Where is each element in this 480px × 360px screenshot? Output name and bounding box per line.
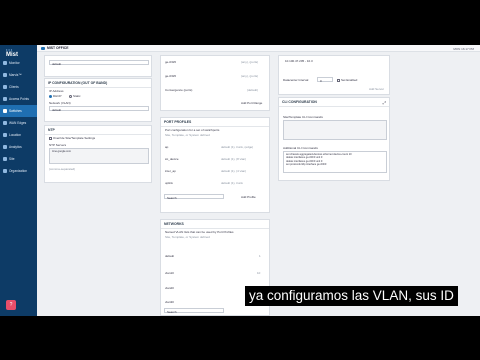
server-panel: 10.100.47.205 - 10.3 Datacenter Interval…	[278, 55, 390, 95]
wan-edge-icon	[3, 121, 7, 125]
network-row[interactable]: vlan20	[165, 286, 174, 290]
ip-config-panel: IP CONFIGURATION (OUT OF BAND) IP Addres…	[44, 78, 152, 122]
static-radio[interactable]: Static	[69, 94, 81, 98]
topbar: MIST OFFICE MON 16:17 PM	[37, 45, 480, 52]
ntp-servers-input[interactable]: time.google.com	[49, 148, 149, 164]
network-vlan-id: 10	[257, 271, 261, 275]
network-search[interactable]: Search	[164, 308, 224, 314]
networks-sub: Site, Template, or System defined	[165, 235, 210, 239]
profile-row[interactable]: uplink	[165, 181, 173, 185]
location-icon	[3, 133, 7, 137]
port-name: ge-0/0/0	[165, 74, 177, 78]
interval-input[interactable]: 0	[317, 77, 333, 83]
profile-row[interactable]: iot_device	[165, 157, 179, 161]
ip-address-label: IP Address	[49, 89, 64, 93]
organization-icon	[3, 169, 7, 173]
dhcp-radio[interactable]: DHCP	[49, 94, 62, 98]
site-selector[interactable]: MIST OFFICE	[47, 46, 68, 50]
sidebar-nav: Monitor Marvis™ Clients Access Points Sw…	[0, 57, 37, 177]
port-value: (default)	[247, 88, 259, 92]
override-checkbox[interactable]: Override Site/Template Settings	[49, 136, 95, 140]
cli-config-title: CLI CONFIGURATION	[279, 98, 389, 107]
ntp-panel: NTP Override Site/Template Settings NTP …	[44, 125, 152, 183]
checkbox-icon	[49, 136, 52, 140]
server-ip: 10.100.47.205 - 10.3	[285, 59, 313, 63]
marvis-icon	[3, 73, 7, 77]
access-point-icon	[3, 97, 7, 101]
network-label: Network (VLAN)	[49, 101, 71, 105]
port-config-panel: ge-0/0/0 (any), (ports) ge-0/0/0 (any), …	[160, 55, 270, 111]
sidebar-item-location[interactable]: Location	[0, 129, 37, 141]
site-icon	[41, 46, 45, 50]
ntp-servers-label: NTP Servers	[49, 143, 67, 147]
sidebar-item-site[interactable]: Site	[0, 153, 37, 165]
add-profile-link[interactable]: Add Profile	[241, 195, 256, 199]
profile-value: default (1), trunk	[221, 181, 243, 185]
video-caption: ya configuramos las VLAN, sus ID	[245, 286, 458, 306]
expand-icon[interactable]: ⤢	[383, 100, 386, 105]
port-name: Convergence (ports)	[165, 88, 193, 92]
profile-row[interactable]: ap	[165, 145, 168, 149]
switch-icon	[3, 109, 7, 113]
port-profiles-desc: Port configuration for a set of switchpo…	[165, 128, 220, 132]
analytics-icon	[3, 145, 7, 149]
sidebar: ••• Mist Monitor Marvis™ Clients Access P…	[0, 45, 37, 316]
cli-template-box	[283, 120, 387, 140]
network-row[interactable]: vlan30	[165, 300, 174, 304]
sidebar-item-monitor[interactable]: Monitor	[0, 57, 37, 69]
sidebar-item-access-points[interactable]: Access Points	[0, 93, 37, 105]
ntp-title: NTP	[45, 126, 151, 135]
radio-off-icon	[69, 94, 72, 98]
profile-row[interactable]: inter_ap	[165, 169, 176, 173]
help-icon[interactable]: ?	[6, 300, 16, 310]
checkbox-icon	[337, 78, 340, 82]
cli-template-label: Site/Template CLI Commands	[283, 115, 323, 119]
monitor-icon	[3, 61, 7, 65]
ntp-hint: (comma-separated)	[49, 167, 76, 171]
port-profiles-panel: PORT PROFILES Port configuration for a s…	[160, 117, 270, 213]
port-profiles-sub: Site, Template, or System defined	[165, 133, 210, 137]
profile-value: default (1), (8 vlan)	[221, 157, 247, 161]
dns-panel: default	[44, 55, 152, 77]
sidebar-item-wan-edges[interactable]: WAN Edges	[0, 117, 37, 129]
port-name: ge-0/0/0	[165, 60, 177, 64]
network-row[interactable]: default	[165, 254, 174, 258]
enable-checkbox[interactable]: Set Enabled	[337, 78, 357, 82]
topbar-date: MON 16:17 PM	[453, 46, 474, 51]
sidebar-item-organization[interactable]: Organization	[0, 165, 37, 177]
clients-icon	[3, 85, 7, 89]
cli-additional-input[interactable]: set chassis aggregated-devices ethernet …	[283, 151, 387, 173]
network-vlan-id: 1	[259, 254, 261, 258]
profile-value: default (1), (4 vlan)	[221, 169, 247, 173]
port-row[interactable]: Convergence (ports)	[165, 88, 192, 92]
networks-desc: Named VLAN lists that can be used by Por…	[165, 230, 234, 234]
port-row[interactable]: ge-0/0/0	[165, 74, 176, 78]
sidebar-item-analytics[interactable]: Analytics	[0, 141, 37, 153]
port-value: (any), (ports)	[241, 60, 259, 64]
profile-search[interactable]: Search	[164, 194, 224, 200]
network-select[interactable]: default	[49, 106, 149, 112]
cli-config-panel: CLI CONFIGURATION ⤢ Site/Template CLI Co…	[278, 97, 390, 181]
port-value: (any), (ports)	[241, 74, 259, 78]
networks-title: NETWORKS	[161, 220, 269, 229]
cli-additional-label: Additional CLI Commands	[283, 146, 318, 150]
profile-value: default (1), trunk, (edge)	[221, 145, 254, 149]
app-screen: ••• Mist Monitor Marvis™ Clients Access P…	[0, 45, 480, 316]
radio-on-icon	[49, 94, 52, 98]
cli-line: set protocols lldp interface ge-0/0/0	[286, 162, 327, 166]
port-profiles-title: PORT PROFILES	[161, 118, 269, 127]
add-port-range-link[interactable]: Add Port Range	[241, 101, 262, 105]
interval-label: Datacenter Interval	[283, 78, 309, 82]
site-icon	[3, 157, 7, 161]
ip-config-title: IP CONFIGURATION (OUT OF BAND)	[45, 79, 151, 88]
sidebar-item-marvis[interactable]: Marvis™	[0, 69, 37, 81]
sidebar-item-clients[interactable]: Clients	[0, 81, 37, 93]
port-row[interactable]: ge-0/0/0	[165, 60, 176, 64]
sidebar-item-switches[interactable]: Switches	[0, 105, 37, 117]
network-row[interactable]: vlan10	[165, 271, 174, 275]
add-server-button[interactable]: Add Server	[369, 87, 384, 91]
dns-select[interactable]: default	[49, 60, 149, 66]
